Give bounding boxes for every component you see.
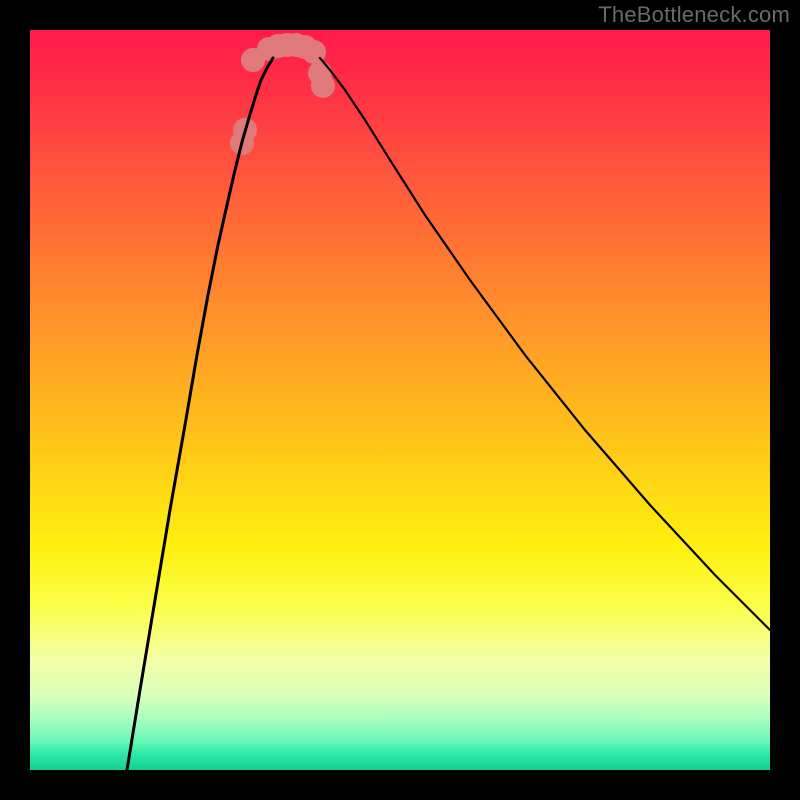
plot-area xyxy=(30,30,770,770)
left-curve xyxy=(127,58,273,770)
right-curve xyxy=(320,58,770,630)
watermark-text: TheBottleneck.com xyxy=(598,2,790,28)
curves-layer xyxy=(30,30,770,770)
chart-frame: TheBottleneck.com xyxy=(0,0,800,800)
dot-markers xyxy=(230,33,335,155)
dot-marker xyxy=(311,74,335,98)
